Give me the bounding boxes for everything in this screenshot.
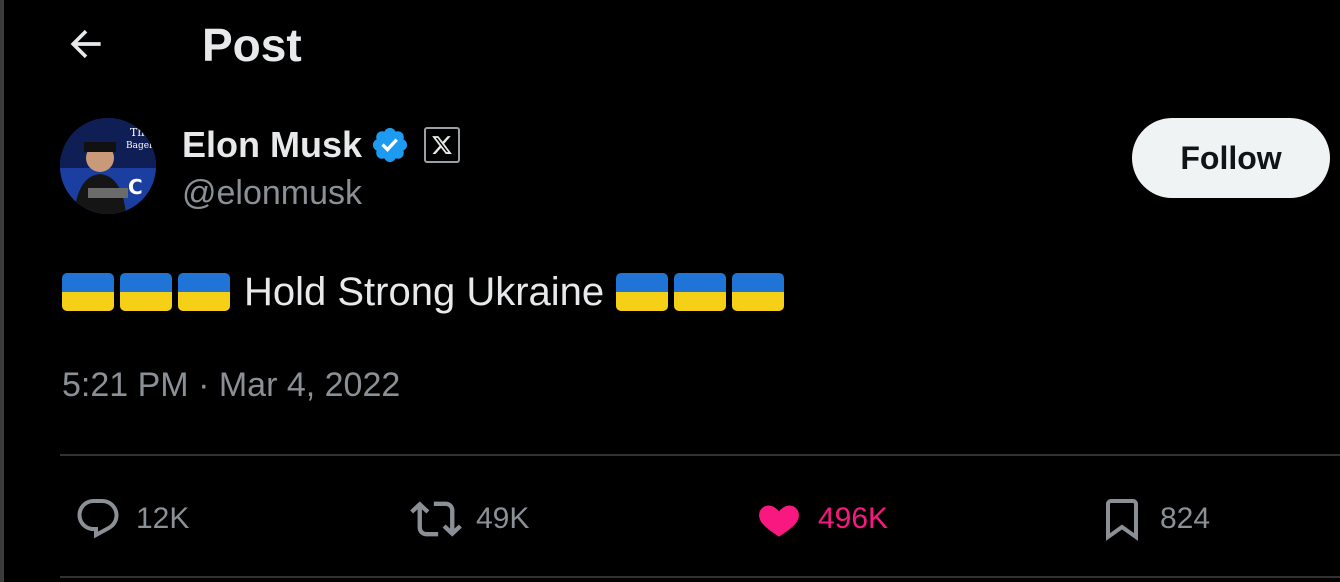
ukraine-flag-icon [62, 273, 114, 311]
author-name[interactable]: Elon Musk [182, 124, 362, 166]
reply-button[interactable]: 12K [74, 494, 189, 544]
avatar-text-top: The [130, 126, 151, 139]
post-text: Hold Strong Ukraine [244, 269, 605, 314]
avatar-text-bottom: Bagel's [126, 141, 156, 151]
like-count: 496K [818, 502, 889, 535]
page-title: Post [202, 19, 302, 71]
avatar[interactable]: The Bagel's C [60, 118, 156, 214]
verified-badge-icon [372, 127, 408, 163]
repost-icon [410, 501, 462, 537]
ukraine-flag-icon [674, 273, 727, 311]
divider [60, 576, 1340, 578]
post-header: Post [60, 14, 302, 74]
divider [60, 454, 1340, 456]
ukraine-flag-icon [616, 273, 669, 311]
ukraine-flag-icon [178, 273, 230, 311]
avatar-letter: C [128, 175, 143, 199]
author-name-row: Elon Musk [182, 122, 461, 168]
avatar-image: The Bagel's C [60, 118, 156, 214]
post-body: Hold Strong Ukraine [62, 266, 790, 318]
bookmark-count: 824 [1160, 502, 1211, 535]
flags-left [62, 273, 236, 311]
bookmark-icon [1106, 499, 1138, 541]
flags-right [616, 273, 790, 311]
like-button[interactable]: 496K [754, 494, 888, 544]
bookmark-button[interactable]: 824 [1098, 494, 1210, 544]
window-edge [0, 0, 4, 582]
heart-icon [759, 505, 799, 537]
repost-count: 49K [476, 502, 530, 535]
author-handle[interactable]: @elonmusk [182, 174, 362, 213]
reply-icon [77, 499, 119, 539]
ukraine-flag-icon [732, 273, 785, 311]
ukraine-flag-icon [120, 273, 172, 311]
x-logo-icon [424, 127, 461, 163]
arrow-left-icon [70, 29, 101, 59]
reply-count: 12K [136, 502, 190, 535]
post-timestamp[interactable]: 5:21 PM · Mar 4, 2022 [62, 366, 400, 405]
back-button[interactable] [60, 18, 112, 70]
follow-button[interactable]: Follow [1132, 118, 1330, 198]
repost-button[interactable]: 49K [410, 494, 529, 544]
